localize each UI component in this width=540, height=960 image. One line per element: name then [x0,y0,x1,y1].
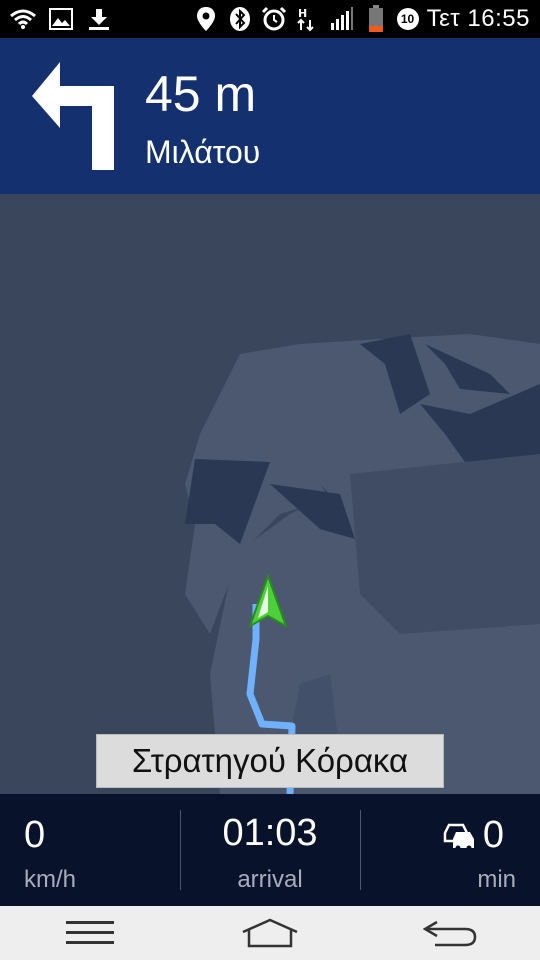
traffic-cars-icon [443,823,474,850]
back-icon [423,920,477,947]
download-icon [86,6,112,32]
location-icon [193,6,219,32]
turn-left-icon [32,62,114,170]
system-navigation-bar [0,906,540,960]
home-button[interactable] [230,911,310,955]
battery-icon [363,5,389,32]
signal-icon [329,6,355,32]
map-view[interactable]: Στρατηγού Κόρακα [0,194,540,794]
data-transfer-icon: H [295,6,321,32]
back-button[interactable] [410,911,490,955]
traffic-delay: 0 [441,814,504,857]
status-time: Τετ 16:55 [426,5,530,32]
maneuver-distance: 45 m [145,66,257,122]
traffic-delay-value: 0 [482,814,504,856]
svg-text:H: H [298,7,307,20]
traffic-delay-unit: min [477,866,516,893]
current-street-label: Στρατηγού Κόρακα [96,734,444,788]
wifi-icon [10,6,36,32]
next-street-name: Μιλάτου [145,134,261,170]
notification-badge: 10 [396,8,419,30]
arrival-label: arrival [237,866,303,893]
status-bar: H 10 Τετ 16:55 [0,0,540,38]
map-canvas [185,334,540,794]
bluetooth-icon [227,6,253,32]
image-icon [48,6,74,32]
menu-button[interactable] [50,911,130,955]
alarm-icon [261,6,287,32]
instruction-banner[interactable]: 45 m Μιλάτου [0,38,540,194]
map-building [350,454,540,634]
home-icon [242,918,298,948]
menu-icon [66,921,114,944]
divider [360,810,361,890]
trip-info-bar[interactable]: 0 km/h 01:03 arrival 0 min [0,794,540,906]
